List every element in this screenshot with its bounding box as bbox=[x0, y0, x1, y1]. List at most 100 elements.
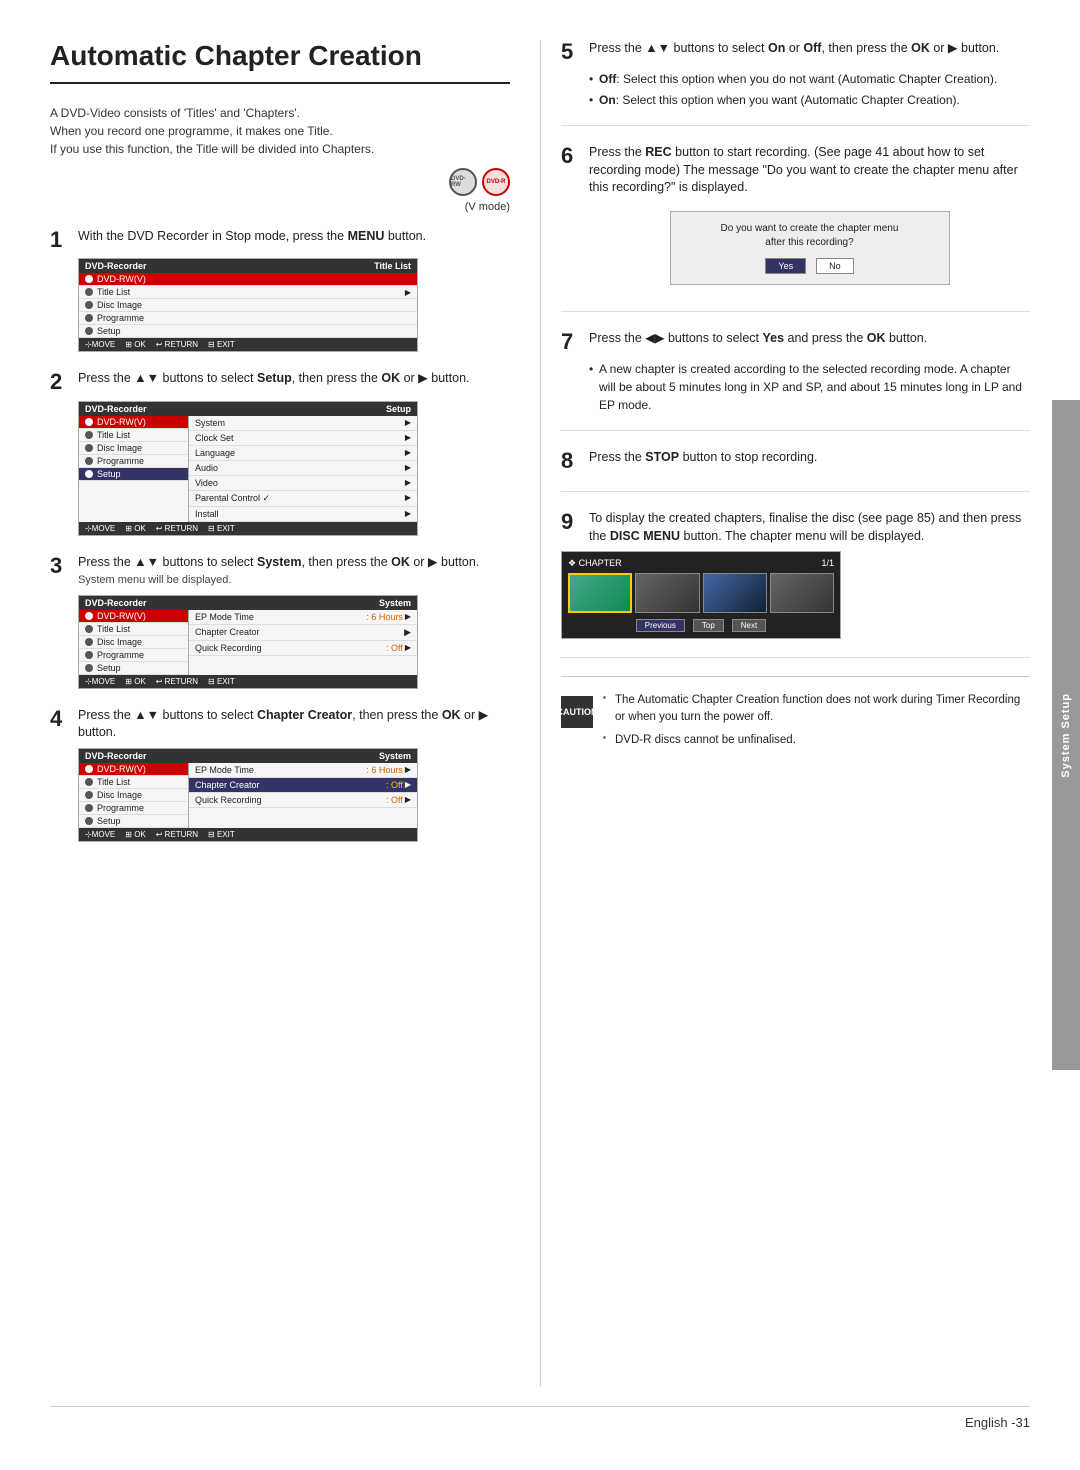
step-4: 4 Press the ▲▼ buttons to select Chapter… bbox=[50, 707, 510, 842]
chapter-thumbs bbox=[568, 573, 834, 613]
chapter-thumb-4 bbox=[770, 573, 834, 613]
dialog-no-button[interactable]: No bbox=[816, 258, 854, 274]
step-1-menu-setup: Setup bbox=[79, 325, 417, 338]
step-4-bottombar: ⊹MOVE⊞ OK↩ RETURN⊟ EXIT bbox=[79, 828, 417, 841]
step-1-ui-titlebar: DVD-RecorderTitle List bbox=[79, 259, 417, 273]
intro-text: A DVD-Video consists of 'Titles' and 'Ch… bbox=[50, 104, 510, 158]
step-2-audio: Audio▶ bbox=[189, 461, 417, 476]
step-8-header: 8 Press the STOP button to stop recordin… bbox=[561, 449, 1030, 473]
step-4-dvdrw: DVD-RW(V) bbox=[79, 763, 188, 776]
step-2-header: 2 Press the ▲▼ buttons to select Setup, … bbox=[50, 370, 510, 394]
step-4-titlelist: Title List bbox=[79, 776, 188, 789]
step-3-ui-body: DVD-RW(V) Title List Disc Image Programm… bbox=[79, 610, 417, 675]
step-4-ui-titlebar: DVD-RecorderSystem bbox=[79, 749, 417, 763]
step-7-text: Press the ◀▶ buttons to select Yes and p… bbox=[589, 330, 1030, 348]
step-4-header: 4 Press the ▲▼ buttons to select Chapter… bbox=[50, 707, 510, 742]
step-3-titlelist: Title List bbox=[79, 623, 188, 636]
step-6-number: 6 bbox=[561, 144, 581, 168]
step-3-ui-titlebar: DVD-RecorderSystem bbox=[79, 596, 417, 610]
dialog-text: Do you want to create the chapter menuaf… bbox=[681, 222, 939, 250]
step-3-dvdrw: DVD-RW(V) bbox=[79, 610, 188, 623]
step-3-programme: Programme bbox=[79, 649, 188, 662]
step-2-setup: Setup bbox=[79, 468, 188, 481]
chapter-thumb-2 bbox=[635, 573, 699, 613]
step-1-menu-discimage: Disc Image bbox=[79, 299, 417, 312]
step-8-text: Press the STOP button to stop recording. bbox=[589, 449, 1030, 467]
step-7-header: 7 Press the ◀▶ buttons to select Yes and… bbox=[561, 330, 1030, 354]
step-7-number: 7 bbox=[561, 330, 581, 354]
step-1-menu-programme: Programme bbox=[79, 312, 417, 325]
step-5: 5 Press the ▲▼ buttons to select On or O… bbox=[561, 40, 1030, 126]
step-2-clockset: Clock Set▶ bbox=[189, 431, 417, 446]
dialog-buttons: Yes No bbox=[681, 258, 939, 274]
step-2-system: System▶ bbox=[189, 416, 417, 431]
step-3-discimage: Disc Image bbox=[79, 636, 188, 649]
left-column: Automatic Chapter Creation A DVD-Video c… bbox=[50, 40, 540, 1386]
step-3-header: 3 Press the ▲▼ buttons to select System,… bbox=[50, 554, 510, 589]
step-3-ui: DVD-RecorderSystem DVD-RW(V) Title List … bbox=[78, 595, 418, 689]
footer-page-number: English -31 bbox=[965, 1415, 1030, 1430]
step-1: 1 With the DVD Recorder in Stop mode, pr… bbox=[50, 228, 510, 352]
step-1-menu-titlelist: Title List▶ bbox=[79, 286, 417, 299]
caution-box: CAUTION The Automatic Chapter Creation f… bbox=[561, 692, 1030, 754]
chapter-top-button[interactable]: Top bbox=[693, 619, 724, 632]
right-column: 5 Press the ▲▼ buttons to select On or O… bbox=[540, 40, 1030, 1386]
step-5-header: 5 Press the ▲▼ buttons to select On or O… bbox=[561, 40, 1030, 64]
step-1-text: With the DVD Recorder in Stop mode, pres… bbox=[78, 228, 510, 246]
step-1-header: 1 With the DVD Recorder in Stop mode, pr… bbox=[50, 228, 510, 252]
step-4-ep-mode: EP Mode Time: 6 Hours▶ bbox=[189, 763, 417, 778]
page: System Setup Automatic Chapter Creation … bbox=[0, 0, 1080, 1470]
step-2-video: Video▶ bbox=[189, 476, 417, 491]
step-2-titlelist: Title List bbox=[79, 429, 188, 442]
step-9-header: 9 To display the created chapters, final… bbox=[561, 510, 1030, 545]
chapter-grid-header: ❖ CHAPTER 1/1 bbox=[568, 558, 834, 569]
step-4-ui: DVD-RecorderSystem DVD-RW(V) Title List … bbox=[78, 748, 418, 842]
step-4-quick-rec: Quick Recording: Off▶ bbox=[189, 793, 417, 808]
step-2-parental: Parental Control ✓▶ bbox=[189, 491, 417, 507]
step-1-number: 1 bbox=[50, 228, 70, 252]
step-3-left-panel: DVD-RW(V) Title List Disc Image Programm… bbox=[79, 610, 189, 675]
step-8: 8 Press the STOP button to stop recordin… bbox=[561, 449, 1030, 492]
chapter-header-right: 1/1 bbox=[821, 558, 834, 569]
system-setup-tab: System Setup bbox=[1060, 693, 1072, 778]
step-9: 9 To display the created chapters, final… bbox=[561, 510, 1030, 658]
step-3-chapter-creator: Chapter Creator▶ bbox=[189, 625, 417, 641]
chapter-grid: ❖ CHAPTER 1/1 bbox=[561, 551, 841, 639]
dvdrw-icon: DVD-RW bbox=[449, 168, 477, 196]
step-3-ep-mode: EP Mode Time: 6 Hours▶ bbox=[189, 610, 417, 625]
step-5-bullets: Off: Select this option when you do not … bbox=[589, 70, 1030, 109]
step-6-text: Press the REC button to start recording.… bbox=[589, 144, 1030, 197]
step-7: 7 Press the ◀▶ buttons to select Yes and… bbox=[561, 330, 1030, 431]
dialog-yes-button[interactable]: Yes bbox=[765, 258, 806, 274]
step-2-right-panel: System▶ Clock Set▶ Language▶ Audio▶ Vide… bbox=[189, 416, 417, 522]
step-9-number: 9 bbox=[561, 510, 581, 534]
step-6-header: 6 Press the REC button to start recordin… bbox=[561, 144, 1030, 197]
chapter-prev-button[interactable]: Previous bbox=[636, 619, 685, 632]
chapter-next-button[interactable]: Next bbox=[732, 619, 766, 632]
step-1-ui: DVD-RecorderTitle List DVD-RW(V) Title L… bbox=[78, 258, 418, 352]
step-1-bottombar: ⊹MOVE⊞ OK↩ RETURN⊟ EXIT bbox=[79, 338, 417, 351]
v-mode-label: (V mode) bbox=[50, 201, 510, 213]
step-4-programme: Programme bbox=[79, 802, 188, 815]
step-2-language: Language▶ bbox=[189, 446, 417, 461]
step-2-programme: Programme bbox=[79, 455, 188, 468]
step-6-dialog: Do you want to create the chapter menuaf… bbox=[670, 211, 950, 285]
chapter-thumb-1 bbox=[568, 573, 632, 613]
caution-text: The Automatic Chapter Creation function … bbox=[603, 692, 1030, 754]
step-3-setup: Setup bbox=[79, 662, 188, 675]
step-4-chapter-creator: Chapter Creator: Off▶ bbox=[189, 778, 417, 793]
chapter-grid-nav: Previous Top Next bbox=[568, 619, 834, 632]
step-2-install: Install▶ bbox=[189, 507, 417, 522]
caution-icon: CAUTION bbox=[561, 696, 593, 728]
step-2-text: Press the ▲▼ buttons to select Setup, th… bbox=[78, 370, 510, 388]
step-9-text: To display the created chapters, finalis… bbox=[589, 510, 1030, 545]
page-title: Automatic Chapter Creation bbox=[50, 40, 510, 84]
chapter-thumb-3 bbox=[703, 573, 767, 613]
step-3-text: Press the ▲▼ buttons to select System, t… bbox=[78, 554, 510, 589]
step-6-dialog-container: Do you want to create the chapter menuaf… bbox=[589, 205, 1030, 291]
step-5-number: 5 bbox=[561, 40, 581, 64]
chapter-header-left: ❖ CHAPTER bbox=[568, 558, 622, 569]
dvdr-icon: DVD-R bbox=[482, 168, 510, 196]
caution-separator bbox=[561, 676, 1030, 677]
step-3-bottombar: ⊹MOVE⊞ OK↩ RETURN⊟ EXIT bbox=[79, 675, 417, 688]
